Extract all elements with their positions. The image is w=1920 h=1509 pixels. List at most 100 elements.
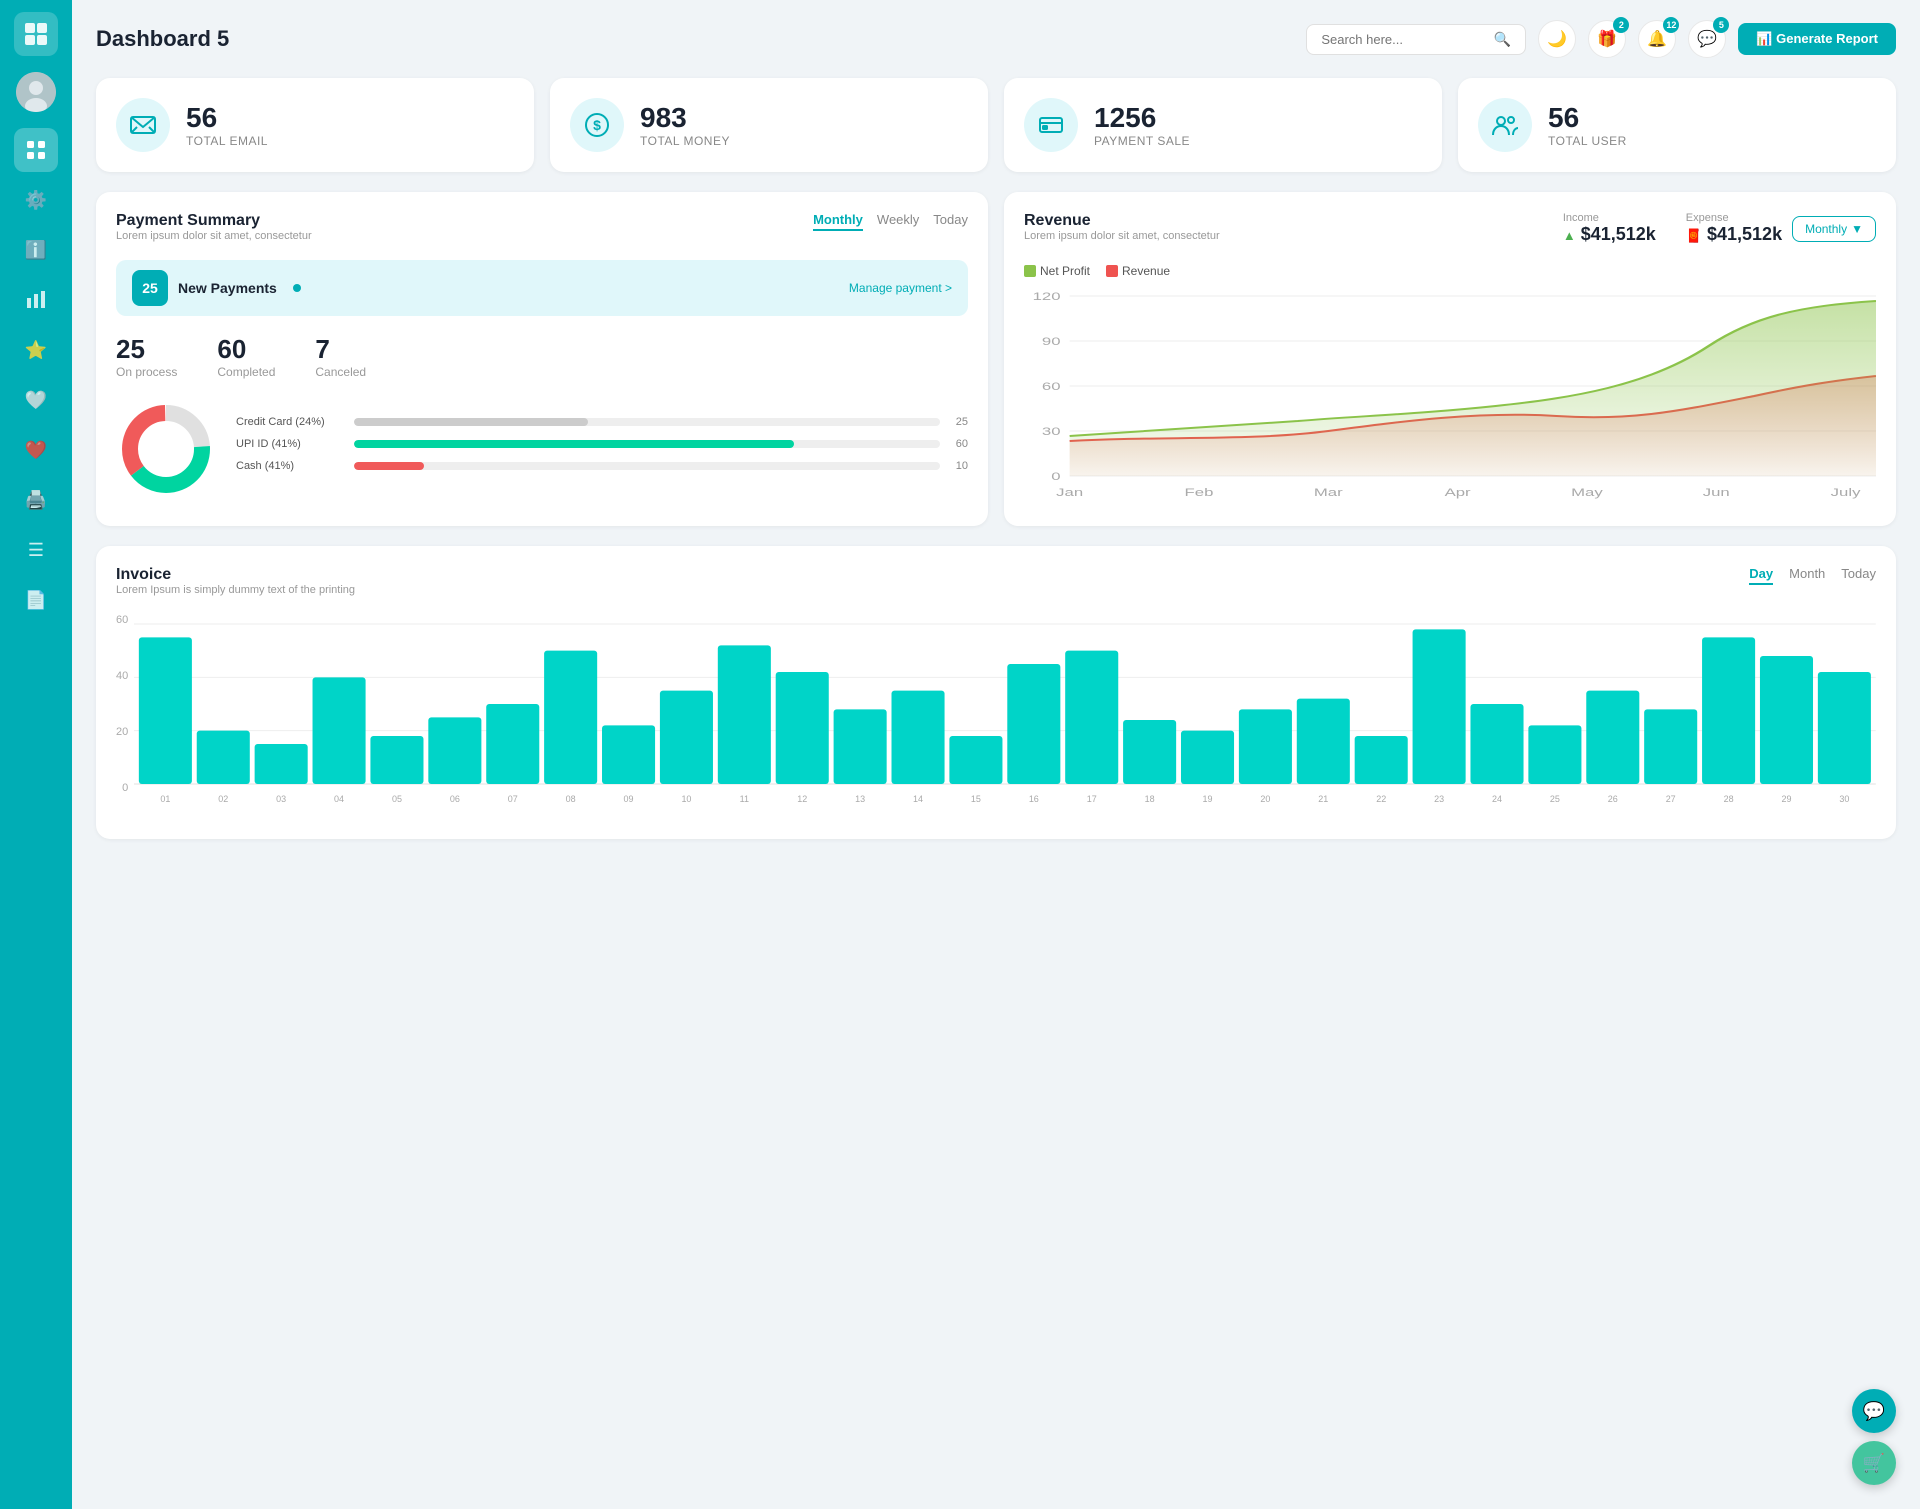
- stat-label-user: TOTAL USER: [1548, 134, 1627, 148]
- on-process-label: On process: [116, 365, 177, 379]
- sidebar-item-info[interactable]: ℹ️: [14, 228, 58, 272]
- svg-text:60: 60: [1042, 381, 1061, 393]
- expense-label: Expense: [1686, 212, 1782, 224]
- revenue-chart: 120 90 60 30 0: [1024, 286, 1876, 506]
- stats-row: 56 TOTAL EMAIL $ 983 TOTAL MONEY: [96, 78, 1896, 172]
- header: Dashboard 5 🔍 🌙 🎁 2 🔔 12 💬 5 📊 Generate …: [96, 20, 1896, 58]
- revenue-card: Revenue Lorem ipsum dolor sit amet, cons…: [1004, 192, 1896, 526]
- svg-text:$: $: [593, 117, 601, 133]
- y-label-40: 40: [116, 670, 128, 682]
- revenue-monthly-dropdown[interactable]: Monthly ▼: [1792, 216, 1876, 242]
- sidebar-item-settings[interactable]: ⚙️: [14, 178, 58, 222]
- sidebar-item-menu[interactable]: ☰: [14, 528, 58, 572]
- pstat-on-process: 25 On process: [116, 334, 177, 379]
- gift-btn[interactable]: 🎁 2: [1588, 20, 1626, 58]
- stat-info-payment: 1256 PAYMENT SALE: [1094, 102, 1190, 148]
- stat-icon-user: [1478, 98, 1532, 152]
- legend-dot-revenue: [1106, 265, 1118, 277]
- tab-weekly[interactable]: Weekly: [877, 212, 919, 231]
- svg-text:20: 20: [1261, 794, 1271, 804]
- svg-text:26: 26: [1608, 794, 1618, 804]
- stat-label-money: TOTAL MONEY: [640, 134, 730, 148]
- chat-btn[interactable]: 💬 5: [1688, 20, 1726, 58]
- svg-text:Jan: Jan: [1056, 487, 1083, 499]
- search-input[interactable]: [1321, 32, 1486, 47]
- invoice-title-block: Invoice Lorem Ipsum is simply dummy text…: [116, 566, 355, 610]
- dark-mode-toggle[interactable]: 🌙: [1538, 20, 1576, 58]
- svg-text:04: 04: [334, 794, 344, 804]
- income-icon: ▲: [1563, 228, 1576, 243]
- svg-text:18: 18: [1145, 794, 1155, 804]
- svg-text:Feb: Feb: [1185, 487, 1214, 499]
- bell-btn[interactable]: 🔔 12: [1638, 20, 1676, 58]
- svg-text:29: 29: [1782, 794, 1792, 804]
- generate-report-button[interactable]: 📊 Generate Report: [1738, 23, 1896, 55]
- invoice-tab-month[interactable]: Month: [1789, 566, 1825, 585]
- svg-text:02: 02: [219, 794, 229, 804]
- sidebar-logo[interactable]: [14, 12, 58, 56]
- sidebar-item-hearts[interactable]: ❤️: [14, 428, 58, 472]
- payment-summary-card: Payment Summary Lorem ipsum dolor sit am…: [96, 192, 988, 526]
- invoice-tab-day[interactable]: Day: [1749, 566, 1773, 585]
- sidebar-item-dashboard[interactable]: [14, 128, 58, 172]
- search-box[interactable]: 🔍: [1306, 24, 1526, 55]
- bar-val-creditcard: 25: [948, 416, 968, 428]
- sidebar-item-analytics[interactable]: [14, 278, 58, 322]
- svg-text:22: 22: [1376, 794, 1386, 804]
- bar-track-upi: [354, 440, 940, 448]
- legend-dot-net-profit: [1024, 265, 1036, 277]
- svg-text:July: July: [1831, 487, 1862, 499]
- tab-monthly[interactable]: Monthly: [813, 212, 863, 231]
- svg-text:14: 14: [913, 794, 923, 804]
- bell-badge: 12: [1663, 17, 1679, 33]
- invoice-y-labels: 60 40 20 0: [116, 614, 128, 814]
- svg-text:21: 21: [1319, 794, 1329, 804]
- float-cart-btn[interactable]: 🛒: [1852, 1441, 1896, 1485]
- svg-text:05: 05: [392, 794, 402, 804]
- payment-bars: Credit Card (24%) 25 UPI ID (41%) 60: [236, 416, 968, 482]
- stat-number-payment: 1256: [1094, 102, 1190, 134]
- invoice-chart-svg: 0102030405060708091011121314151617181920…: [134, 614, 1876, 814]
- stat-icon-payment: [1024, 98, 1078, 152]
- header-actions: 🔍 🌙 🎁 2 🔔 12 💬 5 📊 Generate Report: [1306, 20, 1896, 58]
- float-support-btn[interactable]: 💬: [1852, 1389, 1896, 1433]
- payment-summary-title-block: Payment Summary Lorem ipsum dolor sit am…: [116, 212, 312, 256]
- sidebar-item-favorites[interactable]: ⭐: [14, 328, 58, 372]
- avatar[interactable]: [16, 72, 56, 112]
- bar-fill-upi: [354, 440, 794, 448]
- invoice-tab-today[interactable]: Today: [1841, 566, 1876, 585]
- bar-track-creditcard: [354, 418, 940, 426]
- bar-row-cash: Cash (41%) 10: [236, 460, 968, 472]
- rev-income: Income ▲ $41,512k: [1563, 212, 1656, 245]
- bar-label-cash: Cash (41%): [236, 460, 346, 472]
- sidebar-item-likes[interactable]: 🤍: [14, 378, 58, 422]
- expense-value: 🧧 $41,512k: [1686, 224, 1782, 245]
- new-payments-label: New Payments: [178, 280, 277, 296]
- income-label: Income: [1563, 212, 1656, 224]
- sidebar: ⚙️ ℹ️ ⭐ 🤍 ❤️ 🖨️ ☰ 📄: [0, 0, 72, 1509]
- bar-val-cash: 10: [948, 460, 968, 472]
- gift-badge: 2: [1613, 17, 1629, 33]
- stat-card-payment-sale: 1256 PAYMENT SALE: [1004, 78, 1442, 172]
- payment-bottom: Credit Card (24%) 25 UPI ID (41%) 60: [116, 399, 968, 499]
- new-payments-bar: 25 New Payments Manage payment >: [116, 260, 968, 316]
- invoice-tabs: Day Month Today: [1749, 566, 1876, 585]
- invoice-chart-wrap: 60 40 20 0 01020304050607080910111213141…: [116, 614, 1876, 819]
- stat-icon-money: $: [570, 98, 624, 152]
- tab-today[interactable]: Today: [933, 212, 968, 231]
- revenue-stats: Income ▲ $41,512k Expense 🧧 $41,512k: [1563, 212, 1782, 245]
- pstat-canceled: 7 Canceled: [315, 334, 366, 379]
- stat-number-user: 56: [1548, 102, 1627, 134]
- stat-card-total-user: 56 TOTAL USER: [1458, 78, 1896, 172]
- revenue-header: Revenue Lorem ipsum dolor sit amet, cons…: [1024, 212, 1876, 256]
- bar-fill-creditcard: [354, 418, 588, 426]
- stat-number-email: 56: [186, 102, 268, 134]
- floating-buttons: 💬 🛒: [1852, 1389, 1896, 1485]
- sidebar-item-documents[interactable]: 📄: [14, 578, 58, 622]
- manage-payment-link[interactable]: Manage payment >: [849, 281, 952, 295]
- svg-text:May: May: [1571, 487, 1604, 499]
- sidebar-item-print[interactable]: 🖨️: [14, 478, 58, 522]
- svg-text:03: 03: [276, 794, 286, 804]
- svg-text:15: 15: [971, 794, 981, 804]
- revenue-title-block: Revenue Lorem ipsum dolor sit amet, cons…: [1024, 212, 1220, 256]
